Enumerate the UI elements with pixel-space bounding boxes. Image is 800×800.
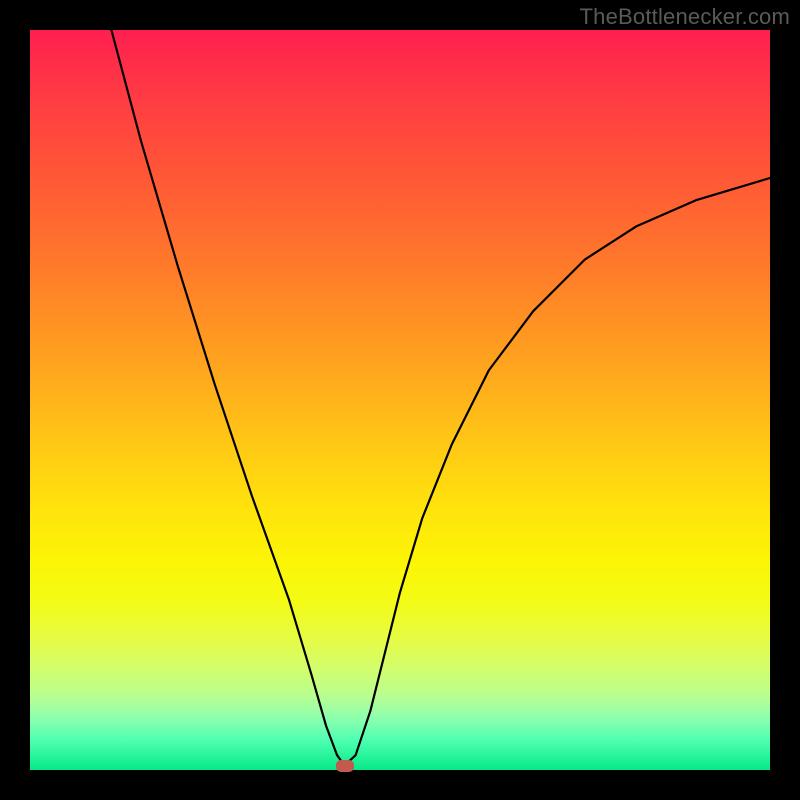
minimum-marker [336,760,354,772]
chart-frame: TheBottlenecker.com [0,0,800,800]
curve-svg [30,30,770,770]
bottleneck-curve-path [111,30,770,766]
watermark-text: TheBottlenecker.com [580,4,790,30]
plot-area [30,30,770,770]
